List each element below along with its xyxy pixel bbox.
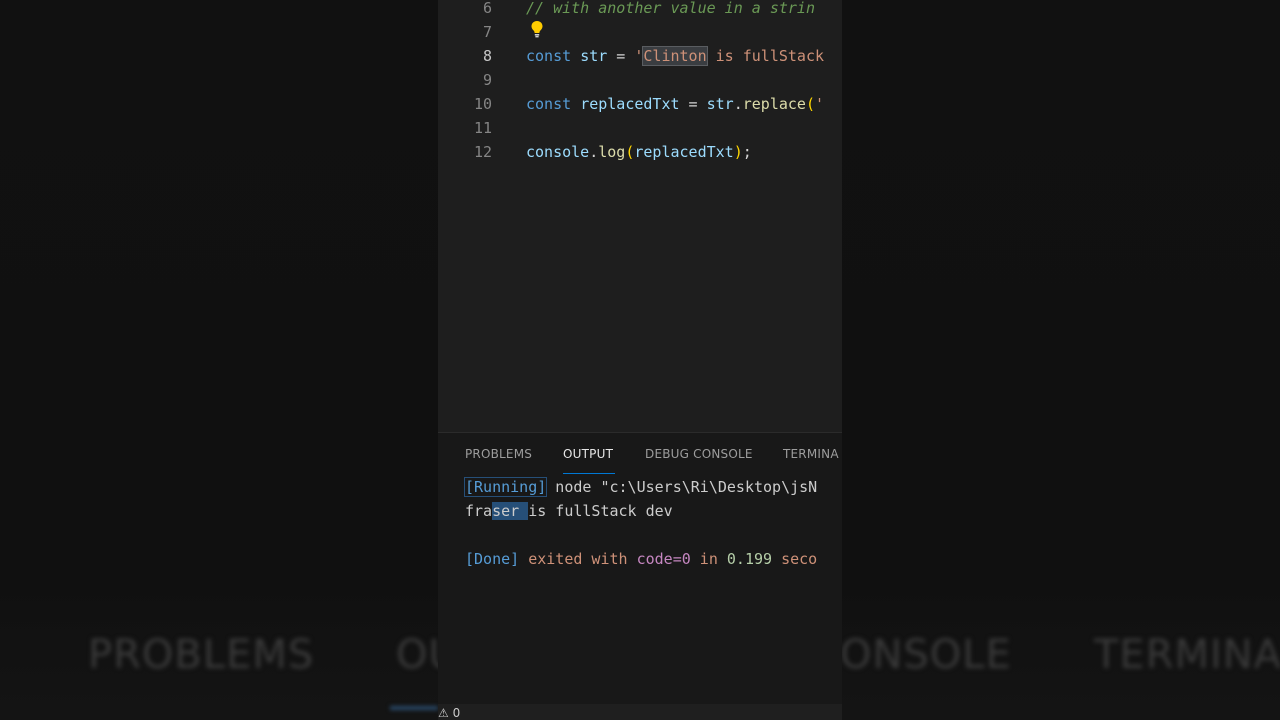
output-result-line[interactable]: fraser is fullStack dev [465, 499, 673, 523]
output-running-line: [Running] node "c:\Users\Ri\Desktop\jsN [463, 475, 818, 499]
tab-output[interactable]: OUTPUT [563, 447, 613, 461]
status-bar: ⚠ 0 [438, 704, 842, 720]
vscode-window: 6 // with another value in a strin 7 8 c… [438, 0, 842, 720]
bottom-panel: PROBLEMS OUTPUT DEBUG CONSOLE TERMINA [R… [438, 432, 842, 720]
result-text-start: fra [465, 502, 493, 520]
dot: . [589, 143, 599, 161]
argument: replacedTxt [634, 143, 734, 161]
paren-close: ) [733, 143, 743, 161]
warning-count: 0 [452, 706, 461, 720]
lightbulb-icon[interactable] [530, 20, 544, 45]
done-text-in: in [690, 550, 727, 568]
blurred-problems-label: PROBLEMS [88, 632, 315, 678]
exit-code: code=0 [636, 550, 691, 568]
code-content: const replacedTxt = str.replace(' [526, 92, 824, 116]
blurred-terminal-label: TERMINA [1094, 632, 1280, 678]
variable-name: str [580, 47, 608, 65]
keyword-const: const [526, 47, 572, 65]
elapsed-time: 0.199 [726, 550, 773, 568]
blurred-output-label: OU [396, 632, 438, 678]
string-quote: ' [815, 95, 825, 113]
blurred-background-right: ONSOLE TERMINA [842, 0, 1280, 720]
code-content: console.log(replacedTxt); [526, 140, 752, 164]
result-text-end: is fullStack dev [528, 502, 673, 520]
tab-debug-console[interactable]: DEBUG CONSOLE [645, 447, 753, 461]
panel-tabs: PROBLEMS OUTPUT DEBUG CONSOLE TERMINA [438, 443, 842, 474]
done-tag: [Done] [465, 550, 520, 568]
variable-name: replacedTxt [580, 95, 680, 113]
warning-icon: ⚠ [438, 706, 453, 720]
blurred-console-label: ONSOLE [842, 632, 1012, 678]
code-editor[interactable]: 6 // with another value in a strin 7 8 c… [438, 0, 842, 432]
function-name: replace [742, 95, 806, 113]
line-number: 6 [482, 0, 492, 17]
tab-terminal[interactable]: TERMINA [783, 447, 839, 461]
operator: = [607, 47, 635, 65]
paren: ( [805, 95, 815, 113]
line-number: 12 [473, 143, 492, 161]
code-line-7[interactable]: 7 [438, 20, 842, 44]
done-text: exited with [519, 550, 637, 568]
semicolon: ; [742, 143, 752, 161]
highlighted-string: Clinton [642, 46, 708, 66]
code-line-9[interactable]: 9 [438, 68, 842, 92]
line-number: 7 [482, 23, 492, 41]
code-line-10[interactable]: 10 const replacedTxt = str.replace(' [438, 92, 842, 116]
object-name: console [526, 143, 590, 161]
comment-text: // with another value in a strin [526, 0, 815, 17]
keyword-const: const [526, 95, 572, 113]
tab-problems[interactable]: PROBLEMS [465, 447, 532, 461]
code-line-11[interactable]: 11 [438, 116, 842, 140]
line-number: 10 [473, 95, 492, 113]
line-number: 8 [482, 47, 492, 65]
line-number: 11 [473, 119, 492, 137]
output-done-line: [Done] exited with code=0 in 0.199 seco [465, 547, 817, 571]
blurred-tab-underline [390, 706, 438, 710]
warnings-indicator[interactable]: ⚠ 0 [438, 706, 460, 720]
selected-text: ser [492, 502, 529, 520]
running-command: node "c:\Users\Ri\Desktop\jsN [546, 478, 818, 496]
running-tag: [Running] [463, 477, 548, 497]
code-content: const str = 'Clinton is fullStack [526, 44, 824, 68]
object-name: str [706, 95, 734, 113]
line-number: 9 [482, 71, 492, 89]
string-rest: is fullStack [706, 47, 825, 65]
code-line-6[interactable]: 6 // with another value in a strin [438, 0, 842, 20]
blurred-background-left: PROBLEMS OU [0, 0, 438, 720]
operator: = [679, 95, 707, 113]
done-text-seconds: seco [772, 550, 818, 568]
code-line-12[interactable]: 12 console.log(replacedTxt); [438, 140, 842, 164]
dot: . [733, 95, 743, 113]
function-name: log [598, 143, 626, 161]
code-line-8[interactable]: 8 const str = 'Clinton is fullStack [438, 44, 842, 68]
active-tab-indicator [563, 473, 615, 474]
